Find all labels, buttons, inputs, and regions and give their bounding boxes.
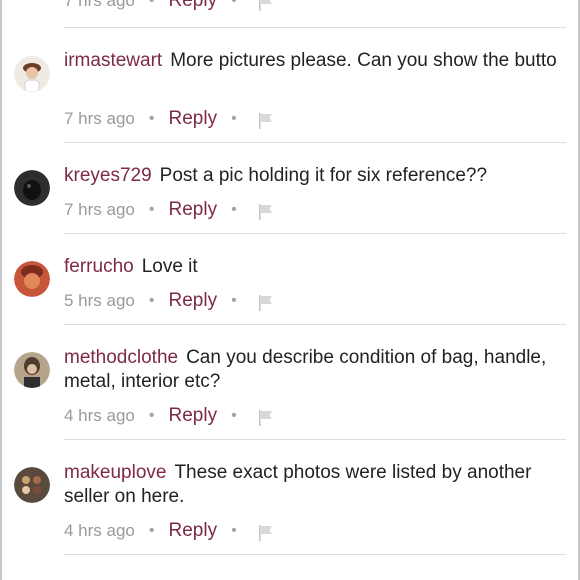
dot-separator: • — [231, 201, 237, 218]
reply-link[interactable]: Reply — [169, 520, 218, 542]
timestamp: 7 hrs ago — [64, 0, 135, 10]
timestamp: 4 hrs ago — [64, 406, 135, 425]
username-link[interactable]: irmastewart — [64, 50, 162, 71]
dot-separator: • — [148, 407, 155, 424]
timestamp: 7 hrs ago — [64, 200, 135, 219]
reply-link[interactable]: Reply — [169, 0, 218, 12]
flag-icon[interactable] — [257, 203, 275, 221]
comment-meta: 4 hrs ago • Reply • — [64, 404, 275, 428]
flag-icon[interactable] — [257, 112, 275, 130]
divider — [64, 324, 566, 325]
comment-meta: 7 hrs ago • Reply • — [64, 107, 275, 131]
username-link[interactable]: ferrucho — [64, 256, 134, 277]
comment-meta: 4 hrs ago • Reply • — [64, 519, 275, 543]
avatar[interactable] — [14, 352, 50, 388]
comment-body: irmastewart More pictures please. Can you… — [64, 49, 560, 73]
dot-separator: • — [231, 522, 237, 539]
comment-text: More pictures please. Can you show the b… — [170, 50, 557, 71]
avatar[interactable] — [14, 467, 50, 503]
divider — [64, 142, 566, 143]
timestamp: 7 hrs ago — [64, 109, 135, 128]
flag-icon[interactable] — [257, 409, 275, 427]
comment-partial-bottom — [64, 573, 484, 580]
timestamp: 4 hrs ago — [64, 521, 135, 540]
flag-icon[interactable] — [257, 524, 275, 542]
comment-meta: 7 hrs ago • Reply • — [64, 198, 275, 222]
divider — [64, 554, 566, 555]
reply-link[interactable]: Reply — [169, 108, 218, 130]
dot-separator: • — [148, 0, 155, 9]
timestamp: 5 hrs ago — [64, 291, 135, 310]
comment-text: Post a pic holding it for six reference?… — [159, 165, 488, 186]
comment-text: Love it — [141, 256, 198, 277]
divider — [64, 439, 566, 440]
reply-link[interactable]: Reply — [169, 199, 218, 221]
reply-link[interactable]: Reply — [169, 405, 218, 427]
comment-meta-partial: 7 hrs ago • Reply • — [64, 0, 275, 11]
left-border — [0, 0, 2, 580]
username-link[interactable]: makeuplove — [64, 462, 166, 483]
divider — [64, 233, 566, 234]
comment-body: ferrucho Love it — [64, 255, 560, 279]
avatar[interactable] — [14, 56, 50, 92]
comment-body: methodclothe Can you describe condition o… — [64, 346, 560, 394]
dot-separator: • — [231, 110, 237, 127]
flag-icon[interactable] — [257, 294, 275, 312]
dot-separator: • — [148, 292, 155, 309]
dot-separator: • — [148, 201, 155, 218]
dot-separator: • — [231, 292, 237, 309]
comment-body: makeuplove These exact photos were listed… — [64, 461, 560, 509]
username-link[interactable]: kreyes729 — [64, 165, 152, 186]
avatar[interactable] — [14, 261, 50, 297]
dot-separator: • — [148, 522, 155, 539]
dot-separator: • — [148, 110, 155, 127]
comment-body: kreyes729 Post a pic holding it for six r… — [64, 164, 560, 188]
avatar[interactable] — [14, 170, 50, 206]
divider — [64, 27, 566, 28]
reply-link[interactable]: Reply — [169, 290, 218, 312]
dot-separator: • — [231, 407, 237, 424]
flag-icon[interactable] — [257, 0, 275, 12]
comment-meta: 5 hrs ago • Reply • — [64, 289, 275, 313]
dot-separator: • — [231, 0, 237, 9]
username-link[interactable]: methodclothe — [64, 347, 178, 368]
